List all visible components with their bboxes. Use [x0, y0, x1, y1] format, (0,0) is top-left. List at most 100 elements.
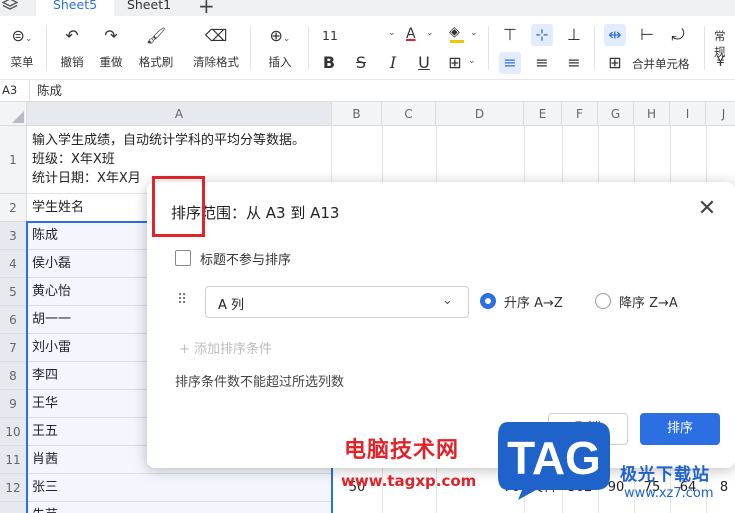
menu-label: 菜单	[10, 55, 34, 69]
toolbar-divider	[594, 26, 595, 70]
paint-brush-icon: 🖌	[145, 26, 167, 45]
bold-button[interactable]: B	[318, 52, 340, 74]
column-header-d[interactable]: D	[436, 102, 524, 126]
highlight-box	[152, 176, 205, 237]
merge-cells-button[interactable]: 合并单元格	[632, 56, 690, 72]
row-header-5[interactable]: 5	[0, 278, 27, 306]
rotate-text-icon[interactable]: ⤾	[667, 24, 689, 46]
toolbar-divider	[488, 26, 489, 70]
tab-sheet1[interactable]: Sheet1	[114, 0, 184, 16]
column-header-i[interactable]: I	[670, 102, 706, 126]
insert-label: 插入	[268, 55, 292, 69]
tag-logo-text: TAG	[507, 432, 601, 484]
row-header-4[interactable]: 4	[0, 250, 27, 278]
drag-handle-icon[interactable]: ⠿	[177, 292, 187, 308]
watermark-text: 电脑技术网	[344, 438, 460, 463]
a1-line-1: 输入学生成绩，自动统计学科的平均分等数据。	[32, 133, 306, 148]
formula-input[interactable]: 陈成	[37, 80, 62, 101]
clear-format-label: 清除格式	[193, 55, 239, 69]
cell-reference-box[interactable]: A3	[0, 80, 30, 101]
row-header-3[interactable]: 3	[0, 222, 27, 250]
layers-icon[interactable]	[1, 0, 20, 14]
row-header-1[interactable]: 1	[0, 126, 27, 194]
formula-bar: A3 陈成	[0, 80, 735, 102]
font-size-select[interactable]: 11	[322, 28, 338, 43]
fill-color-swatch	[450, 40, 464, 43]
undo-button[interactable]: ↶ 撤销	[50, 26, 94, 70]
watermark-site-url: www.xz7.com	[624, 486, 714, 501]
strikethrough-button[interactable]: S	[350, 52, 372, 74]
chevron-down-icon: ⌄	[442, 293, 453, 308]
menu-icon: ⊜⌄	[11, 26, 33, 45]
column-header-b[interactable]: B	[332, 102, 382, 126]
exclude-header-label[interactable]: 标题不参与排序	[200, 249, 291, 268]
insert-button[interactable]: ⊕⌄ 插入	[258, 26, 302, 70]
row-header-2[interactable]: 2	[0, 194, 27, 222]
toolbar-divider	[250, 26, 251, 70]
italic-button[interactable]: I	[382, 52, 404, 74]
menu-button[interactable]: ⊜⌄ 菜单	[0, 26, 44, 70]
chevron-down-icon[interactable]: ⌄	[388, 28, 396, 38]
tab-sheet5[interactable]: Sheet5	[36, 0, 114, 16]
row-header-7[interactable]: 7	[0, 334, 27, 362]
redo-label: 重做	[99, 55, 123, 69]
row-header-11[interactable]: 11	[0, 446, 27, 474]
descending-radio[interactable]	[595, 293, 611, 309]
watermark-site-name: 极光下载站	[620, 465, 710, 485]
column-header-j[interactable]: J	[706, 102, 735, 126]
row-header-9[interactable]: 9	[0, 390, 27, 418]
row-header-13[interactable]	[0, 502, 27, 513]
column-header-g[interactable]: G	[598, 102, 634, 126]
column-header-e[interactable]: E	[524, 102, 562, 126]
condition-limit-note: 排序条件数不能超过所选列数	[175, 375, 345, 390]
row-header-6[interactable]: 6	[0, 306, 27, 334]
add-sort-condition-button[interactable]: + 添加排序条件	[179, 338, 272, 357]
toolbar: ⊜⌄ 菜单 ↶ 撤销 ↷ 重做 🖌 格式刷 ⌫ 清除格式 ⊕⌄ 插入 11 ⌄ …	[0, 16, 735, 80]
close-icon[interactable]: ✕	[695, 198, 719, 222]
redo-icon: ↷	[104, 26, 118, 45]
sort-column-select[interactable]: A 列 ⌄	[205, 286, 469, 318]
clear-format-button[interactable]: ⌫ 清除格式	[190, 26, 242, 70]
wrap-text-icon[interactable]: ⇹	[604, 24, 626, 46]
descending-label[interactable]: 降序 Z→A	[619, 292, 678, 311]
column-header-h[interactable]: H	[634, 102, 670, 126]
row-header-10[interactable]: 10	[0, 418, 27, 446]
align-left-icon[interactable]: ≡	[499, 52, 521, 74]
column-header-a[interactable]: A	[27, 102, 332, 126]
exclude-header-checkbox[interactable]	[175, 250, 191, 266]
font-color-button[interactable]: A	[406, 26, 416, 42]
ascending-label[interactable]: 升序 A→Z	[504, 292, 563, 311]
chevron-down-icon[interactable]: ⌄	[426, 28, 434, 38]
align-right-icon[interactable]: ≡	[563, 52, 585, 74]
merge-cells-icon[interactable]: ⊞	[604, 52, 626, 74]
align-top-icon[interactable]: ⊤	[499, 24, 521, 46]
column-header-f[interactable]: F	[562, 102, 598, 126]
ascending-radio[interactable]	[480, 293, 496, 309]
format-painter-label: 格式刷	[138, 55, 174, 69]
sort-dialog: 排序范围：从 A3 到 A13 ✕ 标题不参与排序 ⠿ A 列 ⌄ 升序 A→Z…	[147, 182, 735, 468]
underline-button[interactable]: U	[413, 52, 435, 74]
sheet-tab-bar: Sheet5 Sheet1 +	[0, 0, 735, 18]
row-header-8[interactable]: 8	[0, 362, 27, 390]
row-header-12[interactable]: 12	[0, 474, 27, 502]
fit-width-icon[interactable]: ⊢	[636, 24, 658, 46]
currency-button[interactable]: ¥	[716, 54, 725, 70]
sort-button[interactable]: 排序	[640, 413, 720, 445]
format-painter-button[interactable]: 🖌 格式刷	[134, 26, 178, 70]
border-icon[interactable]: ⊞	[444, 52, 466, 74]
toolbar-divider	[704, 26, 705, 70]
undo-icon: ↶	[65, 26, 79, 45]
align-bottom-icon[interactable]: ⊥	[563, 24, 585, 46]
select-all-corner[interactable]	[0, 102, 27, 126]
toolbar-divider	[308, 26, 309, 70]
chevron-down-icon[interactable]: ⌄	[470, 28, 478, 38]
a1-line-2: 班级：X年X班	[32, 152, 115, 167]
chevron-down-icon[interactable]: ⌄	[468, 56, 476, 66]
align-middle-icon[interactable]: ⊹	[531, 24, 553, 46]
align-center-icon[interactable]: ≡	[531, 52, 553, 74]
tag-logo: TAG	[496, 418, 614, 500]
column-header-c[interactable]: C	[382, 102, 436, 126]
watermark-url: www.tagxp.com	[341, 472, 477, 490]
fill-color-icon[interactable]: ◈	[449, 24, 460, 40]
redo-button[interactable]: ↷ 重做	[89, 26, 133, 70]
